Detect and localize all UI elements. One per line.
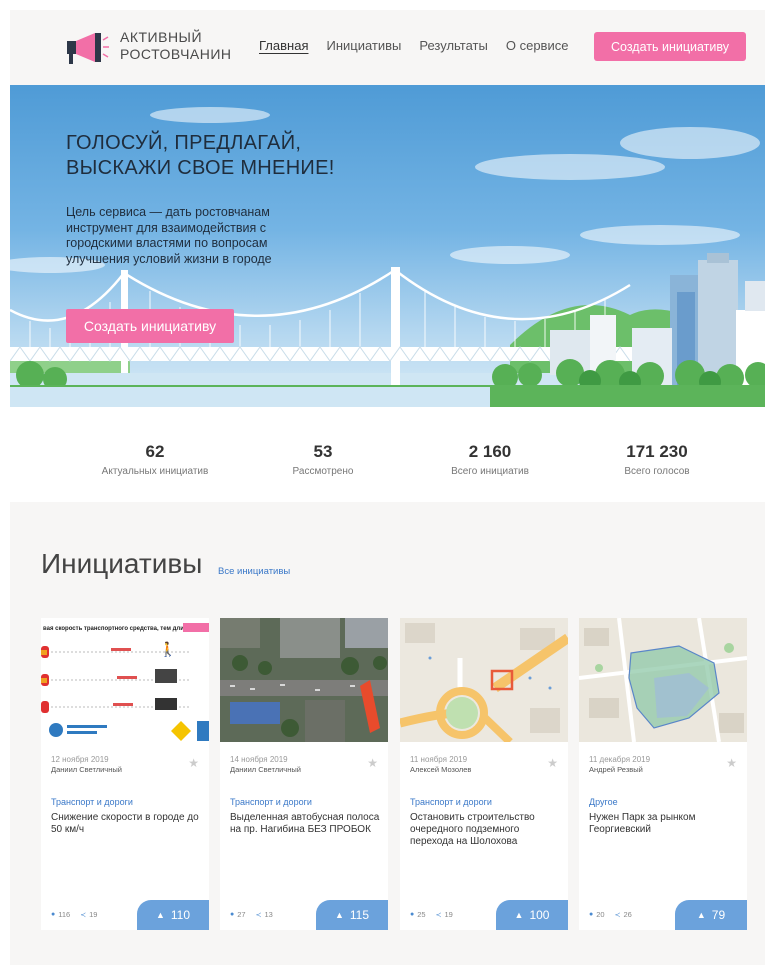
initiative-meta: ● 27 ≺ 13 [230, 910, 273, 919]
share-count: 13 [264, 910, 273, 919]
share-count: 19 [89, 910, 98, 919]
initiative-title[interactable]: Остановить строительство очередного подз… [410, 812, 560, 848]
star-icon[interactable]: ★ [547, 756, 558, 770]
infographic-headline: вая скорость транспортного средства, тем… [43, 626, 198, 632]
initiative-author[interactable]: Андрей Резвый [589, 765, 643, 774]
vote-button[interactable]: ▲ 115 [316, 900, 388, 930]
brand-line-1: АКТИВНЫЙ [120, 29, 203, 45]
create-initiative-button-hero[interactable]: Создать инициативу [66, 309, 234, 343]
initiative-category[interactable]: Другое [589, 797, 618, 807]
stat-total-initiatives: 2 160 Всего инициатив [415, 442, 565, 477]
hero-description: Цель сервиса — дать ростовчанам инструме… [66, 205, 272, 266]
hero-title-line-1: ГОЛОСУЙ, ПРЕДЛАГАЙ, [66, 132, 302, 154]
stat-value: 53 [313, 442, 333, 461]
initiative-category[interactable]: Транспорт и дороги [410, 797, 492, 807]
star-icon[interactable]: ★ [726, 756, 737, 770]
vote-button[interactable]: ▲ 79 [675, 900, 747, 930]
initiative-card[interactable]: вая скорость транспортного средства, тем… [41, 618, 209, 930]
initiative-meta: ● 116 ≺ 19 [51, 910, 97, 919]
stat-total-votes: 171 230 Всего голосов [582, 442, 732, 477]
comment-count: 20 [596, 910, 605, 919]
thumbs-up-icon: ▲ [696, 910, 706, 920]
thumbs-up-icon: ▲ [155, 910, 165, 920]
stats-bar: 62 Актуальных инициатив 53 Рассмотрено 2… [10, 407, 765, 502]
initiative-thumbnail[interactable] [220, 618, 388, 742]
initiative-thumbnail[interactable]: вая скорость транспортного средства, тем… [41, 618, 209, 742]
initiative-date: 11 ноября 2019 [410, 755, 468, 764]
stat-active: 62 Актуальных инициатив [80, 442, 230, 477]
megaphone-icon[interactable] [65, 30, 110, 68]
speed-infographic-image: вая скорость транспортного средства, тем… [41, 623, 209, 741]
star-icon[interactable]: ★ [367, 756, 378, 770]
initiative-author[interactable]: Алексей Мозолев [410, 765, 471, 774]
share-count: 19 [444, 910, 453, 919]
stat-label: Всего инициатив [451, 466, 529, 477]
comment-icon: ● [230, 911, 235, 918]
comment-icon: ● [410, 911, 415, 918]
stat-reviewed: 53 Рассмотрено [248, 442, 398, 477]
all-initiatives-link[interactable]: Все инициативы [218, 566, 290, 577]
initiative-category[interactable]: Транспорт и дороги [230, 797, 312, 807]
main-nav: Главная Инициативы Результаты О сервисе [259, 38, 586, 53]
nav-item-results[interactable]: Результаты [419, 38, 487, 53]
initiative-meta: ● 20 ≺ 26 [589, 910, 632, 919]
aerial-photo-image [220, 618, 388, 742]
share-icon[interactable]: ≺ [615, 911, 621, 919]
vote-button[interactable]: ▲ 110 [137, 900, 209, 930]
map-park-image [579, 618, 747, 742]
stat-label: Актуальных инициатив [101, 466, 209, 477]
stat-value: 62 [145, 442, 165, 461]
share-icon[interactable]: ≺ [80, 911, 86, 919]
stat-value: 2 160 [468, 442, 512, 461]
initiative-meta: ● 25 ≺ 19 [410, 910, 453, 919]
brand-name[interactable]: АКТИВНЫЙ РОСТОВЧАНИН [120, 29, 232, 63]
share-icon[interactable]: ≺ [256, 911, 262, 919]
initiative-thumbnail[interactable] [579, 618, 747, 742]
comment-count: 25 [417, 910, 426, 919]
vote-count: 100 [529, 908, 550, 922]
stat-label: Рассмотрено [292, 466, 354, 477]
share-icon[interactable]: ≺ [436, 911, 442, 919]
share-count: 26 [623, 910, 632, 919]
stat-value: 171 230 [626, 442, 688, 461]
initiative-title[interactable]: Выделенная автобусная полоса на пр. Наги… [230, 812, 380, 836]
initiative-thumbnail[interactable] [400, 618, 568, 742]
comment-icon: ● [51, 911, 56, 918]
comment-count: 116 [58, 910, 71, 919]
hero-title: ГОЛОСУЙ, ПРЕДЛАГАЙ, ВЫСКАЖИ СВОЕ МНЕНИЕ! [66, 131, 335, 181]
nav-item-about[interactable]: О сервисе [506, 38, 569, 53]
brand-line-2: РОСТОВЧАНИН [120, 46, 232, 62]
initiative-card[interactable]: 11 декабря 2019 Андрей Резвый ★ Другое Н… [579, 618, 747, 930]
comment-icon: ● [589, 911, 594, 918]
initiative-card[interactable]: 14 ноября 2019 Даниил Светличный ★ Транс… [220, 618, 388, 930]
thumbs-up-icon: ▲ [514, 910, 524, 920]
initiative-date: 14 ноября 2019 [230, 755, 288, 764]
vote-count: 79 [711, 908, 726, 922]
comment-count: 27 [237, 910, 246, 919]
initiative-category[interactable]: Транспорт и дороги [51, 797, 133, 807]
initiative-title[interactable]: Нужен Парк за рынком Георгиевский [589, 812, 739, 836]
svg-text:🚶: 🚶 [159, 641, 176, 658]
initiative-date: 12 ноября 2019 [51, 755, 109, 764]
thumbs-up-icon: ▲ [334, 910, 344, 920]
header: АКТИВНЫЙ РОСТОВЧАНИН Главная Инициативы … [10, 10, 765, 85]
nav-item-home[interactable]: Главная [259, 38, 308, 53]
hero-banner: ГОЛОСУЙ, ПРЕДЛАГАЙ, ВЫСКАЖИ СВОЕ МНЕНИЕ!… [10, 85, 765, 407]
initiative-author[interactable]: Даниил Светличный [230, 765, 301, 774]
stat-label: Всего голосов [624, 466, 690, 477]
initiative-date: 11 декабря 2019 [589, 755, 651, 764]
initiative-author[interactable]: Даниил Светличный [51, 765, 122, 774]
initiatives-section-title: Инициативы [41, 548, 203, 579]
nav-item-initiatives[interactable]: Инициативы [326, 38, 401, 53]
create-initiative-button-header[interactable]: Создать инициативу [594, 32, 746, 61]
vote-count: 115 [349, 908, 370, 922]
initiative-title[interactable]: Снижение скорости в городе до 50 км/ч [51, 812, 201, 836]
vote-button[interactable]: ▲ 100 [496, 900, 568, 930]
star-icon[interactable]: ★ [188, 756, 199, 770]
hero-title-line-2: ВЫСКАЖИ СВОЕ МНЕНИЕ! [66, 157, 335, 179]
map-roundabout-image [400, 618, 568, 742]
initiative-card[interactable]: 11 ноября 2019 Алексей Мозолев ★ Транспо… [400, 618, 568, 930]
vote-count: 110 [170, 908, 191, 922]
